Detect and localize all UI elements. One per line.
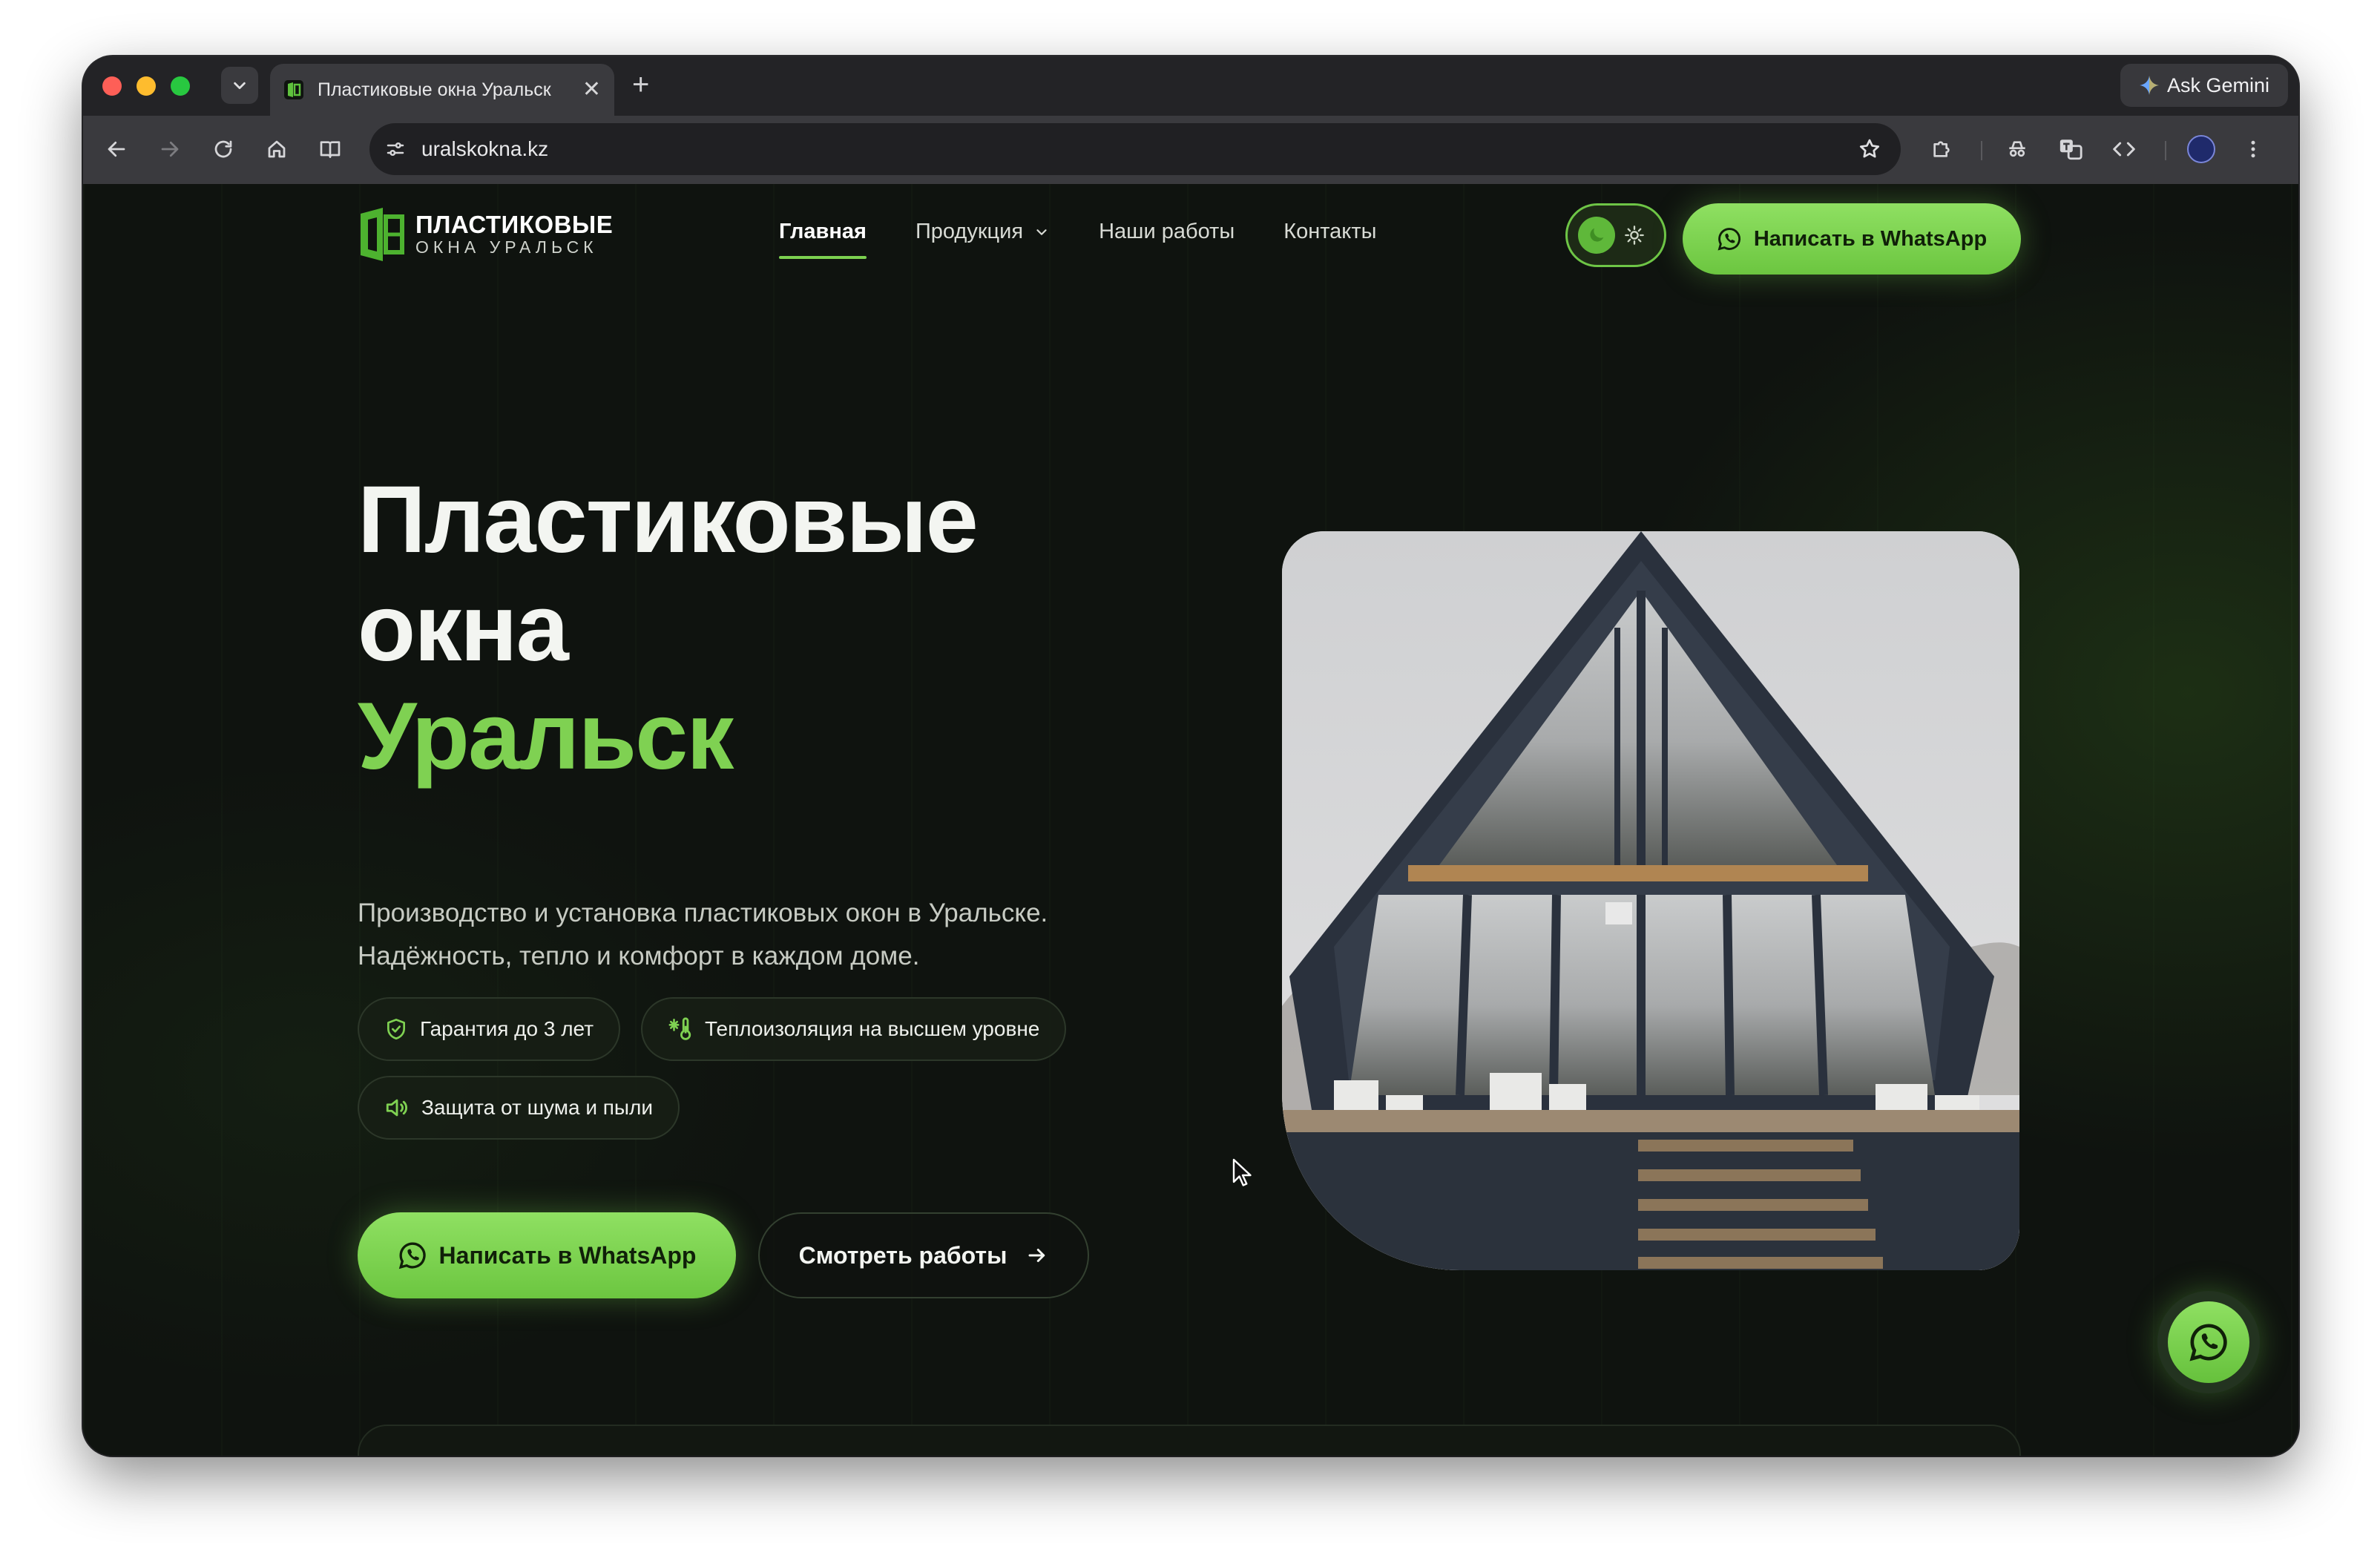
home-button[interactable]: [258, 131, 295, 168]
tab-bar: Пластиковые окна Уральск ✕ + Ask Gemini: [83, 56, 2298, 116]
arrow-right-icon: [161, 141, 179, 157]
view-works-button[interactable]: Смотреть работы: [758, 1212, 1089, 1298]
hero-title-line1: Пластиковые: [358, 467, 979, 573]
logo-title: ПЛАСТИКОВЫЕ: [415, 211, 614, 238]
hero-image: [1282, 531, 2019, 1270]
feature-pill-noise: Защита от шума и пыли: [358, 1076, 680, 1140]
forward-button[interactable]: [151, 131, 188, 168]
site-favicon-icon: [284, 80, 303, 99]
reload-button[interactable]: [205, 131, 242, 168]
chevron-down-icon: [1036, 229, 1047, 235]
incognito-button[interactable]: [1999, 131, 2036, 168]
feature-label: Теплоизоляция на высшем уровне: [705, 1017, 1040, 1040]
feature-label: Гарантия до 3 лет: [420, 1017, 594, 1040]
tab-search-button[interactable]: [221, 67, 258, 104]
avatar-icon: [2187, 135, 2215, 163]
active-tab[interactable]: Пластиковые окна Уральск ✕: [270, 64, 614, 116]
back-button[interactable]: [98, 131, 135, 168]
mouse-cursor-icon: [1232, 1158, 1252, 1186]
shield-check-icon: [387, 1019, 405, 1039]
extensions-button[interactable]: [1923, 131, 1960, 168]
hero-whatsapp-button[interactable]: Написать в WhatsApp: [358, 1212, 736, 1298]
view-works-label: Смотреть работы: [798, 1241, 1007, 1269]
toolbar-divider: [1981, 141, 1982, 160]
browser-toolbar: uralskokna.kz: [83, 116, 2298, 184]
hero-lead-line1: Производство и установка пластиковых око…: [358, 899, 1048, 927]
header-whatsapp-button[interactable]: Написать в WhatsApp: [1683, 203, 2021, 275]
moon-icon: [1590, 228, 1604, 242]
arrow-left-icon: [108, 141, 125, 157]
more-vertical-icon: [2251, 140, 2255, 158]
hero-title-line2: окна: [358, 575, 569, 681]
nav-item-contacts[interactable]: Контакты: [1283, 220, 1376, 244]
new-tab-button[interactable]: +: [632, 68, 649, 101]
nav-item-works[interactable]: Наши работы: [1099, 220, 1235, 244]
browser-window: Пластиковые окна Уральск ✕ + Ask Gemini: [83, 56, 2298, 1456]
reload-icon: [214, 140, 232, 158]
theme-toggle[interactable]: [1565, 203, 1666, 267]
gemini-label: Ask Gemini: [2166, 73, 2270, 96]
stats-card: [358, 1425, 2021, 1456]
thermometer-snow-icon: [668, 1017, 691, 1040]
nav-item-home[interactable]: Главная: [779, 220, 867, 259]
floating-whatsapp-button[interactable]: [2157, 1291, 2260, 1393]
translate-icon: [2060, 139, 2082, 160]
chevron-down-icon: [234, 82, 246, 90]
site-settings-icon[interactable]: [384, 138, 407, 160]
speaker-wave-icon: [386, 1099, 407, 1117]
feature-pill-warranty: Гарантия до 3 лет: [358, 997, 621, 1061]
arrow-right-icon: [1028, 1249, 1045, 1262]
toggle-knob: [1578, 217, 1615, 254]
logo-subtitle: ОКНА УРАЛЬСК: [415, 237, 598, 257]
feature-pill-insulation: Теплоизоляция на высшем уровне: [641, 997, 1067, 1061]
gemini-sparkle-icon: [2140, 76, 2159, 95]
feature-label: Защита от шума и пыли: [421, 1096, 654, 1119]
whatsapp-icon: [398, 1242, 426, 1269]
hero-lead-line2: Надёжность, тепло и комфорт в каждом дом…: [358, 942, 920, 970]
hero-title: Пластиковые окна Уральск: [358, 466, 979, 791]
book-open-icon: [320, 141, 341, 158]
browser-menu-button[interactable]: [2235, 131, 2272, 168]
bookmark-star-icon[interactable]: [1858, 137, 1881, 161]
web-page: ПЛАСТИКОВЫЕ ОКНА УРАЛЬСК Главная Продукц…: [83, 184, 2298, 1456]
toolbar-divider: [2165, 141, 2166, 160]
main-nav: Главная Продукция Наши работы Контакты: [779, 220, 1376, 259]
window-logo-icon: [361, 208, 404, 261]
whatsapp-icon: [1717, 228, 1740, 251]
puzzle-icon: [1933, 141, 1950, 157]
whatsapp-icon: [2189, 1324, 2227, 1361]
profile-avatar[interactable]: [2183, 131, 2220, 168]
reading-mode-button[interactable]: [312, 131, 349, 168]
maximize-window-button[interactable]: [171, 76, 190, 96]
minimize-window-button[interactable]: [137, 76, 156, 96]
translate-button[interactable]: [2052, 131, 2089, 168]
site-logo[interactable]: ПЛАСТИКОВЫЕ ОКНА УРАЛЬСК: [358, 205, 613, 264]
floating-whatsapp-inner: [2168, 1301, 2249, 1383]
nav-item-products[interactable]: Продукция: [915, 220, 1050, 244]
code-brackets-icon: [2113, 142, 2135, 157]
sun-icon: [1625, 226, 1644, 245]
devtools-button[interactable]: [2105, 131, 2143, 168]
nav-item-products-label: Продукция: [915, 220, 1024, 243]
hero-whatsapp-label: Написать в WhatsApp: [438, 1241, 697, 1269]
incognito-icon: [2009, 141, 2025, 157]
hero-lead: Производство и установка пластиковых око…: [358, 892, 1174, 978]
close-window-button[interactable]: [102, 76, 122, 96]
address-bar[interactable]: uralskokna.kz: [369, 123, 1901, 175]
hero-title-accent: Уральск: [358, 683, 734, 789]
a-frame-house-photo: [1282, 531, 2019, 1270]
header-whatsapp-label: Написать в WhatsApp: [1753, 226, 1988, 251]
home-icon: [268, 140, 286, 158]
ask-gemini-button[interactable]: Ask Gemini: [2120, 64, 2288, 107]
url-text: uralskokna.kz: [421, 137, 549, 160]
tab-close-icon[interactable]: ✕: [582, 79, 601, 101]
tab-title: Пластиковые окна Уральск: [318, 79, 551, 100]
